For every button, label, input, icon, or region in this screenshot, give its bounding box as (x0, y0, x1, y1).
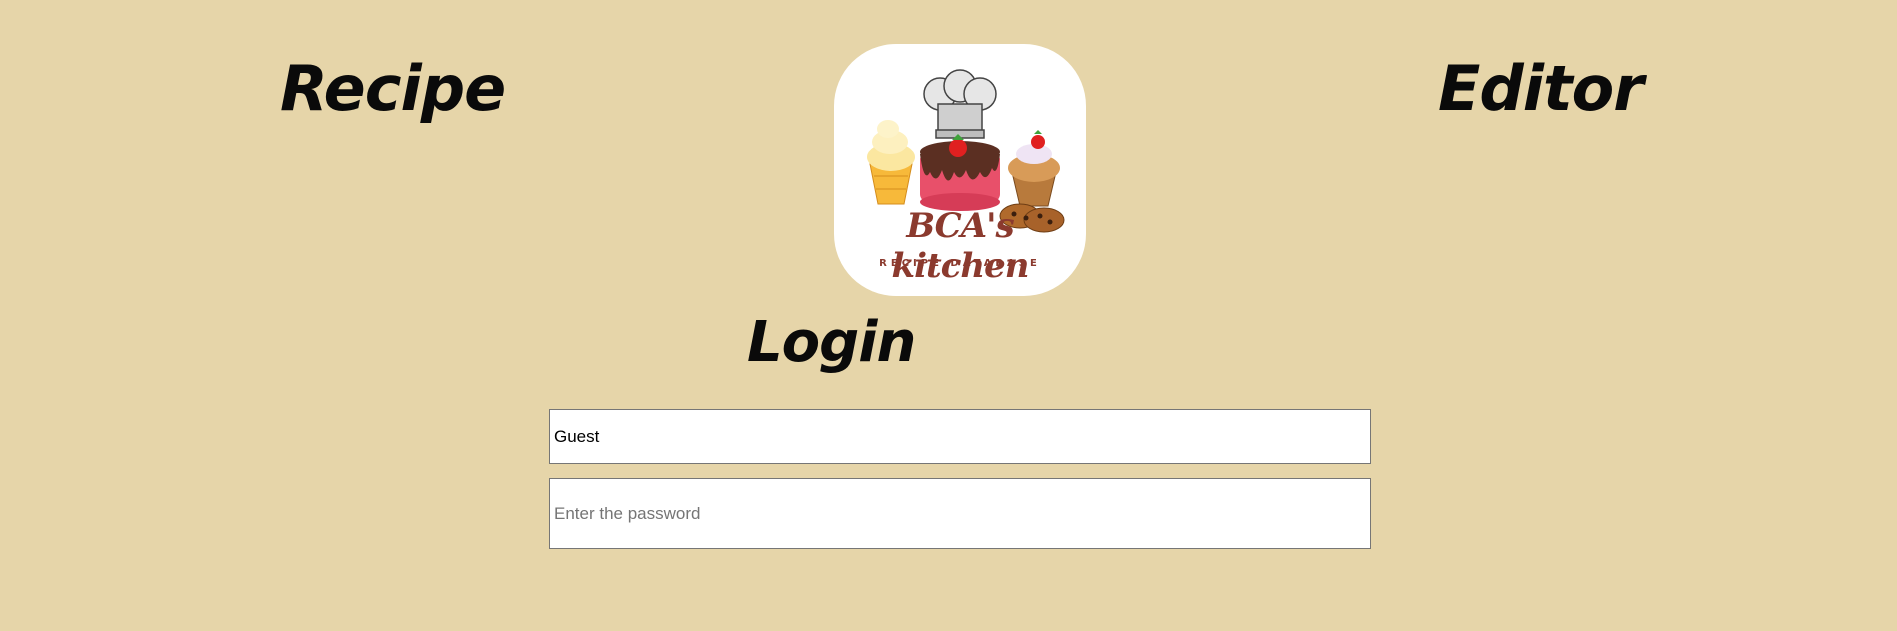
logo-brand-name: BCA's kitchen (891, 206, 1030, 286)
app-logo: BCA's kitchen RECIPE DATABASE (834, 44, 1086, 296)
recipe-title: Recipe (280, 52, 506, 125)
password-field[interactable] (549, 478, 1371, 549)
chef-hat-icon (923, 69, 997, 139)
logo-tagline: RECIPE DATABASE (879, 258, 1041, 269)
muffin-icon (1008, 130, 1060, 207)
cake-icon (920, 134, 1000, 211)
login-heading: Login (747, 310, 916, 375)
ice-cream-icon (867, 120, 915, 205)
username-field[interactable] (549, 409, 1371, 464)
editor-title: Editor (1438, 52, 1644, 125)
